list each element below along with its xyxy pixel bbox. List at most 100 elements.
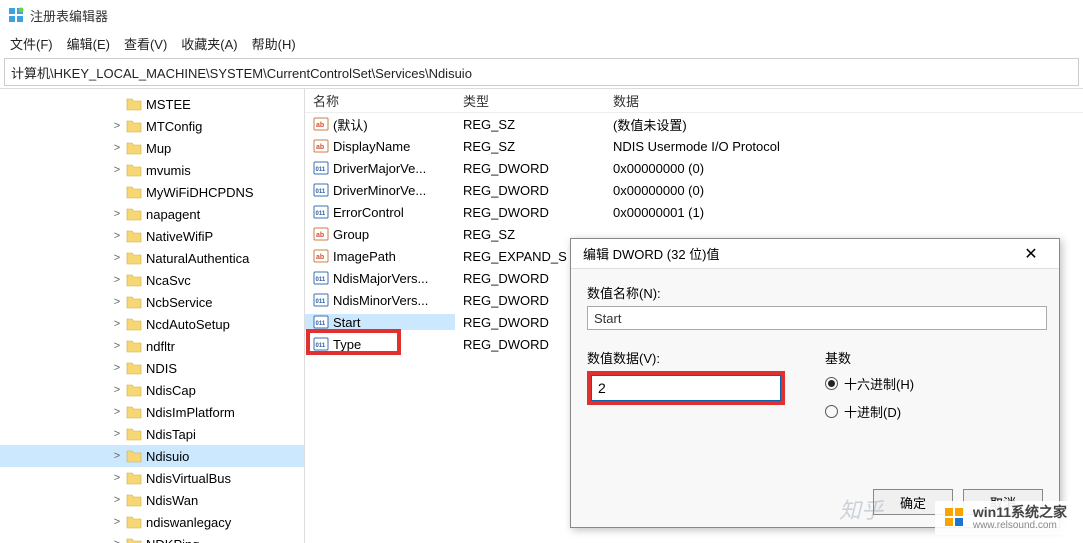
tree-node[interactable]: > NcaSvc xyxy=(0,269,304,291)
tree-node[interactable]: > NaturalAuthentica xyxy=(0,247,304,269)
folder-icon xyxy=(126,273,142,287)
value-name-label: 数值名称(N): xyxy=(587,283,1043,302)
tree-node[interactable]: >napagent xyxy=(0,203,304,225)
string-value-icon: ab xyxy=(313,248,329,264)
list-row[interactable]: ab(默认)REG_SZ(数值未设置) xyxy=(305,113,1083,135)
folder-icon xyxy=(126,141,142,155)
close-icon: ✕ xyxy=(1024,244,1037,264)
value-type: REG_SZ xyxy=(455,117,605,132)
string-value-icon: ab xyxy=(313,226,329,242)
watermark-brand: win11系统之家 www.relsound.com xyxy=(935,501,1075,535)
menu-view[interactable]: 查看(V) xyxy=(124,34,167,53)
tree-node-label: NaturalAuthentica xyxy=(146,251,249,266)
tree-node[interactable]: >NdisWan xyxy=(0,489,304,511)
expander-icon[interactable]: > xyxy=(110,516,124,528)
tree-node-label: NDKPing xyxy=(146,537,199,543)
tree-node[interactable]: >Ndisuio xyxy=(0,445,304,467)
value-name: Group xyxy=(333,227,369,242)
folder-icon xyxy=(126,97,142,111)
tree-node[interactable]: >mvumis xyxy=(0,159,304,181)
radix-hex-option[interactable]: 十六进制(H) xyxy=(825,371,914,395)
folder-icon xyxy=(126,405,142,419)
svg-text:011: 011 xyxy=(316,167,326,173)
svg-text:011: 011 xyxy=(316,277,326,283)
col-type[interactable]: 类型 xyxy=(455,91,605,110)
menu-help[interactable]: 帮助(H) xyxy=(252,34,296,53)
expander-icon[interactable]: > xyxy=(110,120,124,132)
value-name-field[interactable]: Start xyxy=(587,306,1047,330)
expander-icon[interactable]: > xyxy=(110,340,124,352)
menu-file[interactable]: 文件(F) xyxy=(10,34,53,53)
expander-icon[interactable]: > xyxy=(110,450,124,462)
value-type: REG_SZ xyxy=(455,139,605,154)
folder-icon xyxy=(126,537,142,543)
address-bar[interactable]: 计算机\HKEY_LOCAL_MACHINE\SYSTEM\CurrentCon… xyxy=(4,58,1079,86)
expander-icon[interactable]: > xyxy=(110,274,124,286)
tree-node[interactable]: > NDIS xyxy=(0,357,304,379)
dialog-titlebar[interactable]: 编辑 DWORD (32 位)值 ✕ xyxy=(571,239,1059,269)
list-row[interactable]: 011DriverMajorVe...REG_DWORD0x00000000 (… xyxy=(305,157,1083,179)
tree-node[interactable]: >ndfltr xyxy=(0,335,304,357)
expander-icon[interactable]: > xyxy=(110,494,124,506)
folder-icon xyxy=(126,229,142,243)
value-type: REG_DWORD xyxy=(455,161,605,176)
folder-icon xyxy=(126,339,142,353)
expander-icon[interactable]: > xyxy=(110,164,124,176)
tree-node[interactable]: >NdisTapi xyxy=(0,423,304,445)
tree-node[interactable]: >NdisCap xyxy=(0,379,304,401)
value-data-input[interactable] xyxy=(591,375,781,401)
tree-pane[interactable]: MSTEE>MTConfig>Mup>mvumisMyWiFiDHCPDNS>n… xyxy=(0,89,305,543)
menubar: 文件(F) 编辑(E) 查看(V) 收藏夹(A) 帮助(H) xyxy=(0,30,1083,56)
expander-icon[interactable]: > xyxy=(110,230,124,242)
menu-edit[interactable]: 编辑(E) xyxy=(67,34,110,53)
svg-text:ab: ab xyxy=(316,232,324,239)
tree-node-label: NDIS xyxy=(146,361,177,376)
radix-dec-option[interactable]: 十进制(D) xyxy=(825,399,914,423)
list-row[interactable]: 011ErrorControlREG_DWORD0x00000001 (1) xyxy=(305,201,1083,223)
tree-node[interactable]: >NdisVirtualBus xyxy=(0,467,304,489)
window-titlebar: 注册表编辑器 xyxy=(0,0,1083,30)
value-name: NdisMinorVers... xyxy=(333,293,428,308)
value-name: ImagePath xyxy=(333,249,396,264)
expander-icon[interactable]: > xyxy=(110,296,124,308)
list-row[interactable]: abDisplayNameREG_SZNDIS Usermode I/O Pro… xyxy=(305,135,1083,157)
tree-node[interactable]: > NDKPing xyxy=(0,533,304,543)
value-data: NDIS Usermode I/O Protocol xyxy=(605,139,1083,154)
svg-text:011: 011 xyxy=(316,321,326,327)
expander-icon[interactable]: > xyxy=(110,428,124,440)
tree-node-label: NcaSvc xyxy=(146,273,191,288)
folder-icon xyxy=(126,251,142,265)
dialog-close-button[interactable]: ✕ xyxy=(1011,240,1051,268)
value-name: Type xyxy=(333,337,361,352)
brand-logo-icon xyxy=(943,506,967,530)
col-name[interactable]: 名称 xyxy=(305,91,455,110)
tree-node[interactable]: MyWiFiDHCPDNS xyxy=(0,181,304,203)
tree-node[interactable]: >NdisImPlatform xyxy=(0,401,304,423)
expander-icon[interactable]: > xyxy=(110,472,124,484)
expander-icon[interactable]: > xyxy=(110,252,124,264)
list-row[interactable]: 011DriverMinorVe...REG_DWORD0x00000000 (… xyxy=(305,179,1083,201)
tree-node[interactable]: >NcdAutoSetup xyxy=(0,313,304,335)
string-value-icon: ab xyxy=(313,116,329,132)
expander-icon[interactable]: > xyxy=(110,142,124,154)
folder-icon xyxy=(126,119,142,133)
tree-node[interactable]: >NcbService xyxy=(0,291,304,313)
expander-icon[interactable]: > xyxy=(110,208,124,220)
dword-value-icon: 011 xyxy=(313,336,329,352)
expander-icon[interactable]: > xyxy=(110,362,124,374)
expander-icon[interactable]: > xyxy=(110,318,124,330)
expander-icon[interactable]: > xyxy=(110,406,124,418)
menu-favorites[interactable]: 收藏夹(A) xyxy=(181,34,237,53)
tree-node[interactable]: >ndiswanlegacy xyxy=(0,511,304,533)
dialog-title: 编辑 DWORD (32 位)值 xyxy=(583,244,720,263)
tree-node[interactable]: >NativeWifiP xyxy=(0,225,304,247)
svg-text:011: 011 xyxy=(316,189,326,195)
col-data[interactable]: 数据 xyxy=(605,91,1083,110)
expander-icon[interactable]: > xyxy=(110,538,124,543)
annotation-red-box-data xyxy=(587,371,785,405)
tree-node[interactable]: MSTEE xyxy=(0,93,304,115)
tree-node[interactable]: >Mup xyxy=(0,137,304,159)
expander-icon[interactable]: > xyxy=(110,384,124,396)
value-type: REG_DWORD xyxy=(455,183,605,198)
tree-node[interactable]: >MTConfig xyxy=(0,115,304,137)
